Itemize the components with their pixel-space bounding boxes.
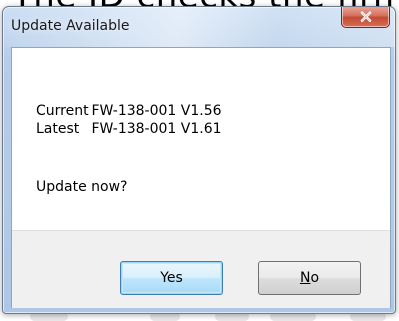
latest-version-label: Latest bbox=[36, 121, 80, 137]
screen: The ID checks the firmw Update Available… bbox=[0, 0, 399, 321]
latest-version-row: Latest FW-138-001 V1.61 bbox=[36, 121, 222, 137]
latest-version-value: FW-138-001 V1.61 bbox=[91, 121, 222, 137]
current-version-value: FW-138-001 V1.56 bbox=[91, 103, 222, 119]
close-button[interactable] bbox=[341, 7, 390, 28]
button-bar: Yes No bbox=[12, 230, 390, 308]
title-bar[interactable]: Update Available bbox=[3, 7, 395, 47]
dialog-client-area: Current FW-138-001 V1.56 Latest FW-138-0… bbox=[11, 47, 391, 308]
current-version-label: Current bbox=[36, 103, 89, 119]
current-version-row: Current FW-138-001 V1.56 bbox=[36, 103, 222, 119]
no-button[interactable]: No bbox=[258, 261, 361, 295]
close-icon bbox=[360, 10, 371, 22]
update-dialog: Update Available Current FW-138-001 V1.5… bbox=[2, 6, 396, 314]
yes-button-label: Yes bbox=[160, 270, 183, 286]
no-button-label-rest: o bbox=[310, 270, 320, 286]
dialog-title: Update Available bbox=[11, 18, 130, 34]
yes-button[interactable]: Yes bbox=[120, 261, 223, 295]
no-button-mnemonic: N bbox=[299, 270, 311, 286]
message-area: Current FW-138-001 V1.56 Latest FW-138-0… bbox=[12, 48, 390, 230]
update-question: Update now? bbox=[36, 179, 128, 195]
